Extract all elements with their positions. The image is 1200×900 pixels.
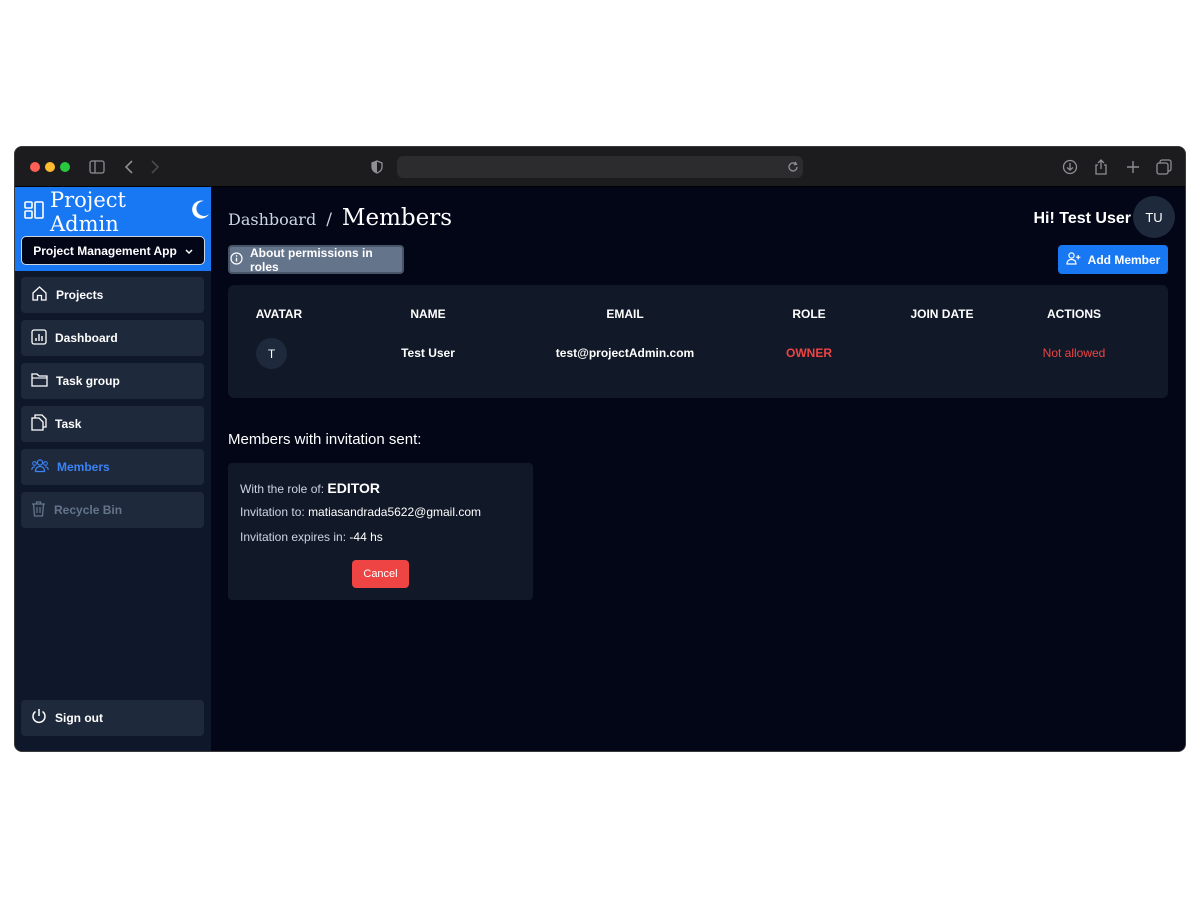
project-selector-label: Project Management App [33,243,177,258]
column-header-email: EMAIL [606,307,644,321]
invitation-email: matiasandrada5622@gmail.com [308,505,482,519]
shield-icon [367,157,387,177]
folder-icon [31,372,48,390]
sign-out-button[interactable]: Sign out [21,700,204,736]
sign-out-label: Sign out [55,711,103,725]
brand[interactable]: Project Admin [24,188,211,236]
forward-icon[interactable] [145,157,165,177]
breadcrumb-dashboard-link[interactable]: Dashboard [228,210,316,229]
page-title: Members [341,205,453,231]
user-greeting: Hi! Test User [1033,210,1131,227]
sidebar-item-dashboard[interactable]: Dashboard [21,320,204,356]
member-avatar: T [256,338,287,369]
browser-window: Project Admin Project Management App Pro… [14,146,1186,752]
power-icon [31,708,47,728]
users-icon [31,458,49,476]
invitation-to-line: Invitation to: matiasandrada5622@gmail.c… [240,505,481,519]
invitations-heading: Members with invitation sent: [228,431,422,448]
about-permissions-label: About permissions in roles [250,245,373,274]
cancel-invitation-button[interactable]: Cancel [352,560,409,588]
column-header-name: NAME [410,307,446,321]
members-table: AVATAR NAME EMAIL ROLE JOIN DATE ACTIONS… [228,285,1168,398]
column-header-role: ROLE [792,307,826,321]
chevron-down-icon [185,244,193,258]
sidebar-item-members[interactable]: Members [21,449,204,485]
home-icon [31,285,48,305]
maximize-window-button[interactable] [60,162,70,172]
member-name: Test User [401,346,455,360]
new-tab-icon[interactable] [1123,157,1143,177]
column-header-join-date: JOIN DATE [910,307,974,321]
tabs-overview-icon[interactable] [1154,157,1174,177]
breadcrumb-separator: / [326,210,332,230]
invitation-expiry-line: Invitation expires in: -44 hs [240,530,383,544]
sidebar: Project Admin Project Management App Pro… [15,187,211,751]
invitation-role-line: With the role of: EDITOR [240,480,380,496]
sidebar-item-recycle-bin[interactable]: Recycle Bin [21,492,204,528]
main-content: Dashboard / Members Hi! Test User TU Abo… [211,187,1185,751]
invitation-role: EDITOR [327,480,381,496]
browser-titlebar [15,147,1185,187]
user-avatar[interactable]: TU [1133,196,1175,238]
invitation-to-label: Invitation to: [240,505,305,519]
chart-icon [31,328,47,348]
sidebar-item-task[interactable]: Task [21,406,204,442]
sidebar-item-projects[interactable]: Projects [21,277,204,313]
user-plus-icon [1066,251,1081,268]
add-member-button[interactable]: Add Member [1058,245,1168,274]
close-window-button[interactable] [30,162,40,172]
address-bar[interactable] [397,156,803,178]
sidebar-item-label: Dashboard [55,331,118,345]
minimize-window-button[interactable] [45,162,55,172]
add-member-label: Add Member [1087,252,1161,267]
download-icon[interactable] [1060,157,1080,177]
member-actions: Not allowed [1042,346,1106,360]
layout-icon [24,200,44,224]
column-header-actions: ACTIONS [1047,307,1101,321]
sidebar-item-task-group[interactable]: Task group [21,363,204,399]
copy-icon [31,414,47,434]
sidebar-toggle-icon[interactable] [87,157,107,177]
breadcrumb: Dashboard / Members [228,205,452,231]
brand-title: Project Admin [50,188,126,236]
member-role: OWNER [786,346,832,360]
back-icon[interactable] [119,157,139,177]
info-icon [230,251,243,268]
reload-icon[interactable] [783,157,803,177]
invitation-expiry-label: Invitation expires in: [240,530,347,544]
trash-icon [31,500,46,520]
member-email: test@projectAdmin.com [555,346,695,360]
sidebar-item-label: Projects [56,288,104,302]
sidebar-item-label: Task [55,417,82,431]
sidebar-item-label: Task group [56,374,120,388]
project-selector[interactable]: Project Management App [21,236,205,265]
about-permissions-button[interactable]: About permissions in roles [228,245,404,274]
share-icon[interactable] [1091,157,1111,177]
invitation-expiry: -44 hs [349,530,383,544]
brand-area: Project Admin Project Management App [15,187,211,271]
column-header-avatar: AVATAR [255,307,303,321]
invitation-role-label: With the role of: [240,482,325,496]
moon-icon[interactable] [189,199,211,226]
sidebar-item-label: Members [57,460,110,474]
sidebar-item-label: Recycle Bin [54,503,123,517]
invitation-card: With the role of: EDITOR Invitation to: … [228,463,533,600]
